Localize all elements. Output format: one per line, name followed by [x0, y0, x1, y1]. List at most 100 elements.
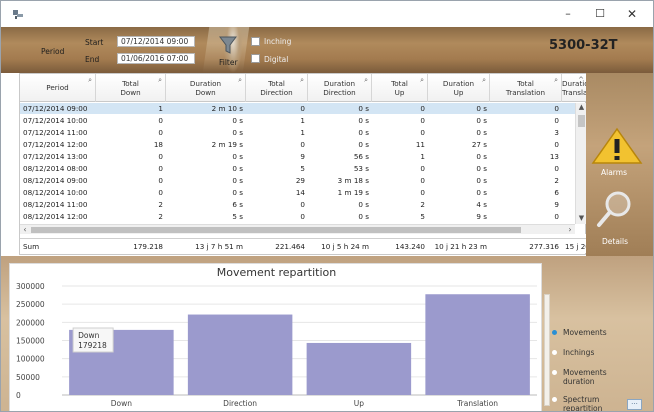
- more-button[interactable]: ···: [627, 399, 642, 410]
- x-tick-label: Down: [111, 399, 132, 408]
- grid-body: 07/12/2014 09:00 1 2 m 10 s00 s00 s 0 07/12/…: [20, 103, 575, 224]
- end-date-field[interactable]: 01/06/2016 07:00: [117, 53, 195, 64]
- digital-checkbox[interactable]: [251, 54, 260, 63]
- magnifier-icon[interactable]: [595, 189, 635, 231]
- table-cell: 9: [554, 200, 559, 209]
- table-cell: 5: [420, 212, 425, 221]
- table-row[interactable]: 08/12/2014 10:00 0 0 s 14 1 m 19 s 0 0 s 6: [20, 187, 575, 198]
- table-cell: 0 s: [476, 188, 487, 197]
- table-cell: 5 s: [232, 212, 243, 221]
- table-cell: 27 s: [471, 140, 487, 149]
- table-cell: 0 s: [476, 116, 487, 125]
- table-row[interactable]: 08/12/2014 12:00 2 5 s 0 0 s 5 9 s 0: [20, 211, 575, 222]
- column-header-label: Duration Down: [189, 79, 222, 97]
- table-cell: 0 s: [358, 128, 369, 137]
- y-tick-label: 150000: [16, 337, 45, 346]
- table-cell: 0 s: [476, 152, 487, 161]
- column-header[interactable]: Total Down ⌕: [96, 74, 166, 102]
- search-icon[interactable]: ⌕: [158, 76, 162, 85]
- sum-cell: 221.464: [275, 242, 305, 251]
- column-header[interactable]: Period ⌕: [20, 74, 96, 102]
- radio-dot-icon[interactable]: [552, 370, 557, 375]
- column-header[interactable]: Total Up ⌕: [372, 74, 428, 102]
- table-cell: 13: [549, 152, 559, 161]
- table-row[interactable]: 07/12/2014 10:00 0 0 s 1 0 s 0 0 s 0: [20, 115, 575, 126]
- column-header[interactable]: Total Translation ⌕: [490, 74, 562, 102]
- table-cell: 0 s: [232, 176, 243, 185]
- column-header[interactable]: Duration Direction ⌕: [308, 74, 372, 102]
- table-row[interactable]: 08/12/2014 11:00 2 6 s 0 0 s 2 4 s 9: [20, 199, 575, 210]
- table-cell: 0: [300, 140, 305, 149]
- filter-label[interactable]: Filter: [219, 58, 238, 67]
- table-row[interactable]: 07/12/2014 12:00 18 2 m 19 s 0 0 s 11 27 s 0: [20, 139, 575, 150]
- search-icon[interactable]: ⌕: [300, 76, 304, 85]
- chart-selector-label: Spectrum repartition: [563, 395, 603, 412]
- table-cell: 1: [420, 152, 425, 161]
- radio-dot-icon[interactable]: [552, 397, 557, 402]
- chart-vertical-scrollbar[interactable]: [544, 294, 550, 406]
- chart-bar[interactable]: [425, 294, 530, 395]
- column-header[interactable]: Duratio Translat ^: [562, 74, 588, 102]
- table-cell: [562, 139, 575, 150]
- table-cell: 6: [554, 188, 559, 197]
- funnel-icon[interactable]: [219, 35, 237, 55]
- table-cell: 2: [158, 200, 163, 209]
- table-cell: [562, 175, 575, 186]
- table-row[interactable]: 07/12/2014 09:00 1 2 m 10 s 0 0 s 0 0 s 0: [20, 103, 575, 114]
- table-cell: 0: [158, 164, 163, 173]
- grid-vscroll-thumb[interactable]: [578, 115, 585, 127]
- column-header[interactable]: Total Direction ⌕: [246, 74, 308, 102]
- radio-dot-icon[interactable]: [552, 350, 557, 355]
- table-cell: 9 s: [476, 212, 487, 221]
- start-date-field[interactable]: 07/12/2014 09:00: [117, 36, 195, 47]
- table-cell: 0: [420, 128, 425, 137]
- close-button[interactable]: ✕: [622, 7, 642, 21]
- minimize-button[interactable]: –: [558, 7, 578, 21]
- inching-checkbox[interactable]: [251, 37, 260, 46]
- chart-bar[interactable]: [187, 314, 293, 395]
- search-icon[interactable]: ⌕: [554, 76, 558, 85]
- x-tick-label: Up: [354, 399, 364, 408]
- chevron-up-icon[interactable]: ^: [578, 76, 584, 85]
- chart-bar[interactable]: [306, 342, 412, 395]
- table-cell: 08/12/2014 09:00: [23, 176, 88, 185]
- table-cell: 08/12/2014 12:00: [23, 212, 88, 221]
- search-icon[interactable]: ⌕: [88, 76, 92, 85]
- x-tick-label: Direction: [223, 399, 257, 408]
- column-header[interactable]: Duration Up ⌕: [428, 74, 490, 102]
- grid-hscroll-thumb[interactable]: [31, 227, 521, 233]
- search-icon[interactable]: ⌕: [482, 76, 486, 85]
- table-cell: 0 s: [358, 140, 369, 149]
- warning-icon[interactable]: [591, 127, 643, 165]
- table-cell: 2 m 19 s: [211, 140, 243, 149]
- table-cell: 07/12/2014 09:00: [23, 104, 88, 113]
- table-cell: [562, 199, 575, 210]
- table-cell: 1: [300, 128, 305, 137]
- table-cell: 0 s: [232, 128, 243, 137]
- radio-dot-icon[interactable]: [552, 330, 557, 335]
- alarms-label[interactable]: Alarms: [601, 168, 627, 177]
- sum-cell: 10 j 21 h 23 m: [434, 242, 487, 251]
- search-icon[interactable]: ⌕: [238, 76, 242, 85]
- table-cell: 0 s: [232, 188, 243, 197]
- search-icon[interactable]: ⌕: [364, 76, 368, 85]
- search-icon[interactable]: ⌕: [420, 76, 424, 85]
- column-header-label: Total Direction: [260, 79, 293, 97]
- table-cell: 2: [420, 200, 425, 209]
- maximize-button[interactable]: ☐: [590, 7, 610, 21]
- details-label[interactable]: Details: [602, 237, 628, 246]
- grid-horizontal-scrollbar[interactable]: ‹ ›: [20, 224, 575, 234]
- table-row[interactable]: 08/12/2014 08:00 0 0 s 5 53 s 0 0 s 0: [20, 163, 575, 174]
- grid-vertical-scrollbar[interactable]: ▲ ▼: [575, 103, 586, 224]
- table-row[interactable]: 07/12/2014 11:00 0 0 s 1 0 s 0 0 s 3: [20, 127, 575, 138]
- table-cell: 0 s: [476, 176, 487, 185]
- table-cell: [562, 187, 575, 198]
- column-header[interactable]: Duration Down ⌕: [166, 74, 246, 102]
- table-cell: 07/12/2014 10:00: [23, 116, 88, 125]
- table-row[interactable]: 07/12/2014 13:00 0 0 s 9 56 s 1 0 s 13: [20, 151, 575, 162]
- table-cell: 0: [554, 116, 559, 125]
- table-cell: 0: [420, 176, 425, 185]
- table-cell: 0 s: [476, 104, 487, 113]
- application-window: – ☐ ✕ Period Start End 07/12/2014 09:00 …: [0, 0, 654, 412]
- table-row[interactable]: 08/12/2014 09:00 0 0 s 29 3 m 18 s 0 0 s 2: [20, 175, 575, 186]
